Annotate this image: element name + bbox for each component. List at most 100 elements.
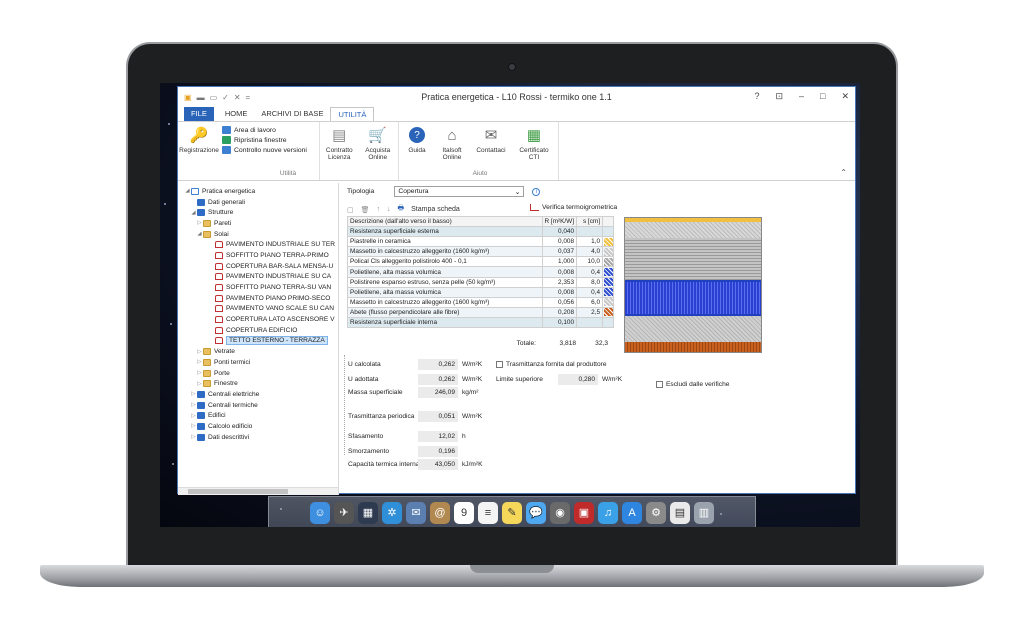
layer-row[interactable]: Polietilene, alta massa volumica 0,008 0,4 <box>347 266 614 278</box>
layer-row[interactable]: Polistirene espanso estruso, senza pelle… <box>347 276 614 288</box>
tree-item[interactable]: PAVIMENTO VANO SCALE SU CAN <box>180 304 338 315</box>
layer-row[interactable]: Massetto in calcestruzzo alleggerito (16… <box>347 296 614 308</box>
tab-utilita[interactable]: UTILITÀ <box>330 107 375 121</box>
tab-archivi-di-base[interactable]: ARCHIVI DI BASE <box>254 107 330 121</box>
expand-arrow-icon[interactable]: ▷ <box>190 402 197 408</box>
contacts-icon[interactable]: @ <box>430 501 450 524</box>
tree-item[interactable]: PAVIMENTO PIANO PRIMO-SECO <box>180 293 338 304</box>
layer-pattern-cell[interactable] <box>602 266 614 278</box>
trash-icon[interactable]: ▥ <box>694 501 714 524</box>
tree-item[interactable]: Dati generali <box>180 197 338 208</box>
tab-file[interactable]: FILE <box>184 107 214 121</box>
tree-item[interactable]: SOFFITTO PIANO TERRA-PRIMO <box>180 250 338 261</box>
tree-item[interactable]: ▷ Centrali termiche <box>180 400 338 411</box>
layer-pattern-cell[interactable] <box>602 226 614 238</box>
minimize-icon[interactable]: – <box>799 91 804 102</box>
expand-arrow-icon[interactable]: ◢ <box>184 188 191 194</box>
expand-arrow-icon[interactable]: ◢ <box>190 210 197 216</box>
layer-row[interactable]: Abete (flusso perpendicolare alle fibre)… <box>347 306 614 318</box>
system-preferences-icon[interactable]: ⚙ <box>646 501 666 524</box>
layer-pattern-cell[interactable] <box>602 276 614 288</box>
printer-icon[interactable]: 🖶 <box>398 204 405 215</box>
layer-row[interactable]: Massetto in calcestruzzo alleggerito (16… <box>347 246 614 258</box>
documents-icon[interactable]: ▤ <box>670 501 690 524</box>
tree-item[interactable]: ▷ Finestre <box>180 378 338 389</box>
trasmittanza-fornita-checkbox[interactable] <box>496 361 503 368</box>
tree-item[interactable]: ▷ Dati descrittivi <box>180 432 338 443</box>
safari-icon[interactable]: ✲ <box>382 501 402 524</box>
expand-arrow-icon[interactable]: ▷ <box>196 370 203 376</box>
ribbon-display-icon[interactable]: ⊡ <box>775 91 783 102</box>
expand-arrow-icon[interactable]: ▷ <box>190 391 197 397</box>
move-down-icon[interactable]: ↓ <box>387 206 391 213</box>
tree-item[interactable]: ▷ Ponti termici <box>180 357 338 368</box>
layer-pattern-cell[interactable] <box>602 296 614 308</box>
controllo-nuove-versioni-button[interactable]: Controllo nuove versioni <box>222 146 307 154</box>
layer-row[interactable]: Polietilene, alta massa volumica 0,008 0,4 <box>347 286 614 298</box>
mission-control-icon[interactable]: ▦ <box>358 501 378 524</box>
expand-arrow-icon[interactable]: ▷ <box>190 413 197 419</box>
tree-item[interactable]: ▷ Calcolo edificio <box>180 421 338 432</box>
notes-icon[interactable]: ✎ <box>502 501 522 524</box>
layer-pattern-cell[interactable] <box>602 246 614 258</box>
tree-item[interactable]: SOFFITTO PIANO TERRA-SU VAN <box>180 282 338 293</box>
tree-item[interactable]: ◢ Pratica energetica <box>180 186 338 197</box>
expand-arrow-icon[interactable]: ▷ <box>196 220 203 226</box>
maximize-icon[interactable]: □ <box>820 91 825 102</box>
layer-pattern-cell[interactable] <box>602 256 614 268</box>
collapse-ribbon-icon[interactable]: ⌃ <box>840 168 847 177</box>
u-adottata-value[interactable]: 0,262 <box>418 374 458 385</box>
itunes-icon[interactable]: ♫ <box>598 501 618 524</box>
expand-arrow-icon[interactable]: ◢ <box>196 231 203 237</box>
help-icon[interactable]: ? <box>754 91 759 102</box>
tab-home[interactable]: HOME <box>218 107 255 121</box>
layer-pattern-cell[interactable] <box>602 316 614 329</box>
tree-item[interactable]: ◢ Strutture <box>180 207 338 218</box>
ripristina-finestre-button[interactable]: Ripristina finestre <box>222 136 307 144</box>
new-layer-icon[interactable]: ▢ <box>347 206 354 214</box>
scrollbar-thumb[interactable] <box>188 489 288 494</box>
tree-item[interactable]: ▷ Pareti <box>180 218 338 229</box>
tree-item[interactable]: ▷ Vetrate <box>180 346 338 357</box>
layer-row[interactable]: Piastrelle in ceramica 0,008 1,0 <box>347 236 614 248</box>
area-di-lavoro-button[interactable]: Area di lavoro <box>222 126 307 134</box>
layer-pattern-cell[interactable] <box>602 286 614 298</box>
tree-item[interactable]: COPERTURA LATO ASCENSORE V <box>180 314 338 325</box>
facetime-icon[interactable]: ◉ <box>550 501 570 524</box>
close-icon[interactable]: ✕ <box>841 91 849 102</box>
layer-row[interactable]: Resistenza superficiale esterna 0,040 <box>347 226 614 238</box>
expand-arrow-icon[interactable]: ▷ <box>196 359 203 365</box>
photo-booth-icon[interactable]: ▣ <box>574 501 594 524</box>
info-icon[interactable]: i <box>532 187 541 196</box>
layer-pattern-cell[interactable] <box>602 236 614 248</box>
tree-item[interactable]: PAVIMENTO INDUSTRIALE SU CA <box>180 272 338 283</box>
tree-item[interactable]: ▷ Centrali elettriche <box>180 389 338 400</box>
tree-item[interactable]: COPERTURA EDIFICIO <box>180 325 338 336</box>
layer-row[interactable]: Polical Cls alleggerito polistirolo 400 … <box>347 256 614 268</box>
calendar-icon[interactable]: 9 <box>454 501 474 524</box>
expand-arrow-icon[interactable]: ▷ <box>190 423 197 429</box>
launchpad-icon[interactable]: ✈ <box>334 501 354 524</box>
tree-item[interactable]: ◢ Solai <box>180 229 338 240</box>
tree-item[interactable]: PAVIMENTO INDUSTRIALE SU TER <box>180 239 338 250</box>
escludi-checkbox[interactable] <box>656 381 663 388</box>
layer-row[interactable]: Resistenza superficiale interna 0,100 <box>347 316 614 329</box>
mail-icon[interactable]: ✉ <box>406 501 426 524</box>
stampa-scheda-button[interactable]: Stampa scheda <box>411 206 460 213</box>
expand-arrow-icon[interactable]: ▷ <box>190 434 197 440</box>
expand-arrow-icon[interactable]: ▷ <box>196 349 203 355</box>
layer-pattern-cell[interactable] <box>602 306 614 318</box>
finder-icon[interactable]: ☺ <box>310 501 330 524</box>
tree-item[interactable]: COPERTURA BAR-SALA MENSA-U <box>180 261 338 272</box>
app-store-icon[interactable]: A <box>622 501 642 524</box>
tipologia-select[interactable]: Copertura ⌄ <box>394 186 525 197</box>
tree-horizontal-scrollbar[interactable] <box>178 487 338 495</box>
delete-layer-icon[interactable]: 🗑 <box>361 206 370 214</box>
expand-arrow-icon[interactable]: ▷ <box>196 381 203 387</box>
tree-item[interactable]: ▷ Porte <box>180 368 338 379</box>
tree-item[interactable]: ▷ Edifici <box>180 410 338 421</box>
messages-icon[interactable]: 💬 <box>526 501 546 524</box>
move-up-icon[interactable]: ↑ <box>377 206 381 213</box>
tree-item[interactable]: TETTO ESTERNO - TERRAZZA <box>180 336 338 347</box>
verifica-termoigrometrica-button[interactable]: Verifica termoigrometrica <box>530 204 617 211</box>
